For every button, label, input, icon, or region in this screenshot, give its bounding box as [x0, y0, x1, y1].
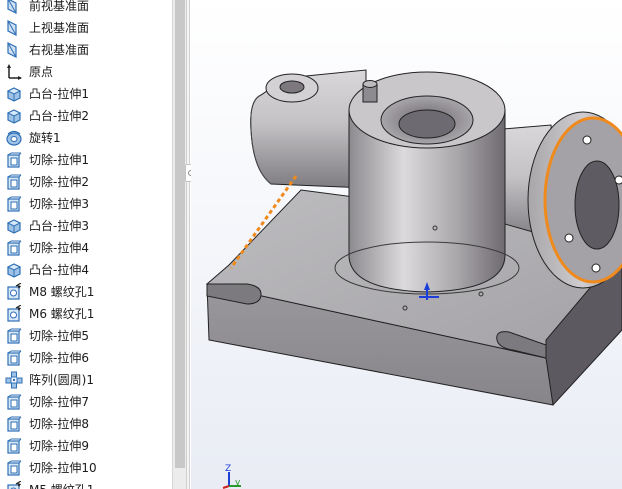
- cut-extrude-icon: [4, 415, 24, 433]
- tree-item-m5-螺纹孔1[interactable]: M5 螺纹孔1: [4, 479, 172, 489]
- tree-item-label: 凸台-拉伸1: [29, 87, 89, 101]
- tree-item-label: 前视基准面: [29, 0, 90, 13]
- revolve-icon: [4, 129, 24, 147]
- tree-item-label: 切除-拉伸7: [29, 395, 89, 409]
- triad-y-label: y: [235, 478, 241, 488]
- tree-scrollbar[interactable]: [172, 0, 186, 489]
- hole-wizard-icon: [4, 305, 24, 323]
- tree-item-上视基准面[interactable]: 上视基准面: [4, 17, 172, 39]
- tree-item-label: 凸台-拉伸4: [29, 263, 89, 277]
- tree-item-右视基准面[interactable]: 右视基准面: [4, 39, 172, 61]
- boss-extrude-icon: [4, 217, 24, 235]
- tree-item-凸台-拉伸4[interactable]: 凸台-拉伸4: [4, 259, 172, 281]
- tree-item-label: 切除-拉伸6: [29, 351, 89, 365]
- graphics-viewport[interactable]: Z y: [191, 0, 622, 489]
- tree-item-label: 切除-拉伸9: [29, 439, 89, 453]
- tree-scrollbar-thumb[interactable]: [175, 0, 185, 468]
- feature-manager-tree: 前视基准面上视基准面右视基准面原点凸台-拉伸1 凸台-拉伸2 旋转1 切除-拉伸1 切除…: [0, 0, 172, 489]
- plane-icon: [4, 0, 24, 15]
- cut-extrude-icon: [4, 239, 24, 257]
- tree-item-凸台-拉伸1[interactable]: 凸台-拉伸1: [4, 83, 172, 105]
- plane-icon: [4, 19, 24, 37]
- tree-item-label: 切除-拉伸10: [29, 461, 97, 475]
- boss-extrude-icon: [4, 85, 24, 103]
- tree-item-label: 凸台-拉伸2: [29, 109, 89, 123]
- tree-item-前视基准面[interactable]: 前视基准面: [4, 0, 172, 17]
- tree-item-m6-螺纹孔1[interactable]: M6 螺纹孔1: [4, 303, 172, 325]
- hole-wizard-icon: [4, 283, 24, 301]
- tree-item-label: 切除-拉伸8: [29, 417, 89, 431]
- tree-item-凸台-拉伸2[interactable]: 凸台-拉伸2: [4, 105, 172, 127]
- tree-item-原点[interactable]: 原点: [4, 61, 172, 83]
- boss-extrude-icon: [4, 107, 24, 125]
- tree-item-label: 原点: [29, 65, 54, 79]
- tree-item-label: M8 螺纹孔1: [29, 285, 95, 299]
- panel-splitter[interactable]: [186, 0, 190, 489]
- cut-extrude-icon: [4, 459, 24, 477]
- tree-item-切除-拉伸9[interactable]: 切除-拉伸9: [4, 435, 172, 457]
- tree-item-凸台-拉伸3[interactable]: 凸台-拉伸3: [4, 215, 172, 237]
- tree-item-label: M6 螺纹孔1: [29, 307, 95, 321]
- tree-item-label: 切除-拉伸3: [29, 197, 89, 211]
- cut-extrude-icon: [4, 151, 24, 169]
- tree-item-label: 切除-拉伸4: [29, 241, 89, 255]
- tree-item-旋转1[interactable]: 旋转1: [4, 127, 172, 149]
- tree-item-切除-拉伸2[interactable]: 切除-拉伸2: [4, 171, 172, 193]
- cut-extrude-icon: [4, 327, 24, 345]
- tree-item-label: 旋转1: [29, 131, 61, 145]
- tree-item-阵列-圆周-1[interactable]: 阵列(圆周)1: [4, 369, 172, 391]
- cut-extrude-icon: [4, 349, 24, 367]
- tree-item-切除-拉伸1[interactable]: 切除-拉伸1: [4, 149, 172, 171]
- tree-item-label: 切除-拉伸5: [29, 329, 89, 343]
- hole-wizard-icon: [4, 481, 24, 489]
- cut-extrude-icon: [4, 437, 24, 455]
- tree-item-切除-拉伸3[interactable]: 切除-拉伸3: [4, 193, 172, 215]
- tree-item-切除-拉伸4[interactable]: 切除-拉伸4: [4, 237, 172, 259]
- tree-item-切除-拉伸10[interactable]: 切除-拉伸10: [4, 457, 172, 479]
- tree-item-切除-拉伸6[interactable]: 切除-拉伸6: [4, 347, 172, 369]
- tree-item-label: 右视基准面: [29, 43, 90, 57]
- circular-pattern-icon: [4, 371, 24, 389]
- cut-extrude-icon: [4, 393, 24, 411]
- origin-icon: [4, 63, 24, 81]
- tree-item-label: 阵列(圆周)1: [29, 373, 94, 387]
- tree-item-label: M5 螺纹孔1: [29, 479, 94, 489]
- view-triad: Z y: [222, 464, 241, 489]
- tree-item-label: 切除-拉伸1: [29, 153, 89, 167]
- plane-icon: [4, 41, 24, 59]
- tree-item-切除-拉伸5[interactable]: 切除-拉伸5: [4, 325, 172, 347]
- tree-item-label: 上视基准面: [29, 21, 90, 35]
- tree-item-label: 切除-拉伸2: [29, 175, 89, 189]
- tree-item-切除-拉伸7[interactable]: 切除-拉伸7: [4, 391, 172, 413]
- cut-extrude-icon: [4, 195, 24, 213]
- tree-item-切除-拉伸8[interactable]: 切除-拉伸8: [4, 413, 172, 435]
- boss-extrude-icon: [4, 261, 24, 279]
- cut-extrude-icon: [4, 173, 24, 191]
- tree-item-m8-螺纹孔1[interactable]: M8 螺纹孔1: [4, 281, 172, 303]
- triad-z-label: Z: [225, 464, 231, 474]
- tree-item-label: 凸台-拉伸3: [29, 219, 89, 233]
- part-model[interactable]: [191, 0, 622, 489]
